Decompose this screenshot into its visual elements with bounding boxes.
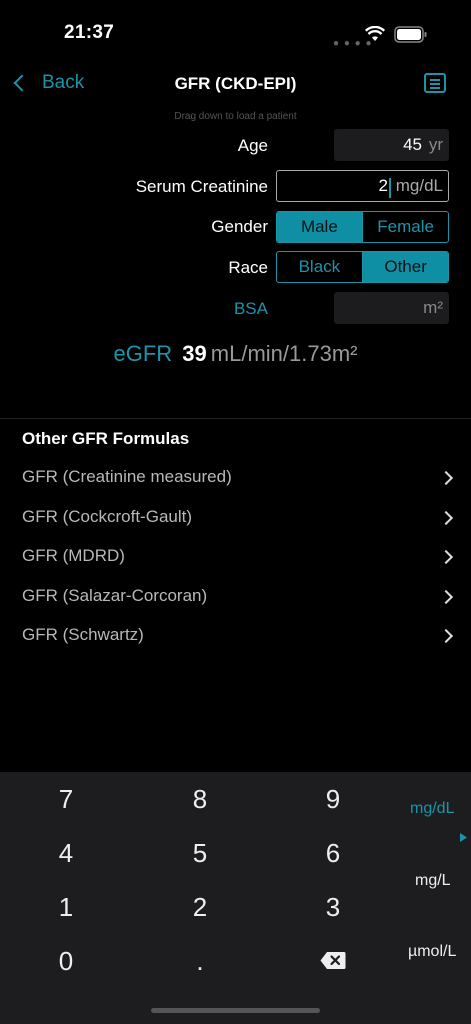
backspace-icon[interactable] <box>320 951 346 970</box>
age-field[interactable]: 45 yr <box>334 129 449 161</box>
list-item-creatinine-measured[interactable]: GFR (Creatinine measured) <box>22 459 455 499</box>
race-segmented-control[interactable]: Black Other <box>276 251 449 283</box>
key-1[interactable]: 1 <box>36 892 96 923</box>
gender-segmented-control[interactable]: Male Female <box>276 211 449 243</box>
key-5[interactable]: 5 <box>170 838 230 869</box>
race-other-option[interactable]: Other <box>363 252 448 282</box>
chevron-right-icon <box>438 470 454 486</box>
gender-label: Gender <box>211 217 268 236</box>
wifi-icon <box>365 26 385 41</box>
creatinine-value: 2 <box>378 176 388 195</box>
key-2[interactable]: 2 <box>170 892 230 923</box>
age-value: 45 <box>403 135 422 154</box>
race-label: Race <box>228 258 268 277</box>
egfr-unit: mL/min/1.73m² <box>210 341 358 366</box>
unit-option-umol-l[interactable]: µmol/L <box>408 943 456 961</box>
other-formulas-title: Other GFR Formulas <box>22 429 190 448</box>
page-title: GFR (CKD-EPI) <box>174 74 297 93</box>
bsa-unit: m² <box>423 298 443 317</box>
list-menu-icon[interactable] <box>424 73 446 93</box>
chevron-right-icon <box>438 589 454 605</box>
key-0[interactable]: 0 <box>36 946 96 977</box>
list-item-label: GFR (Salazar-Corcoran) <box>22 586 208 605</box>
numeric-keypad: 7 8 9 4 5 6 1 2 3 0 . mg/dL mg/L µmol/L <box>0 772 471 1024</box>
list-item-schwartz[interactable]: GFR (Schwartz) <box>22 617 455 657</box>
section-divider <box>0 418 471 419</box>
gender-female-option[interactable]: Female <box>363 212 448 242</box>
pull-hint: Drag down to load a patient <box>174 111 297 122</box>
creatinine-field[interactable]: 2 mg/dL <box>276 170 449 202</box>
race-black-option[interactable]: Black <box>277 252 362 282</box>
battery-icon <box>394 26 427 43</box>
egfr-label: eGFR <box>113 341 173 366</box>
text-caret <box>389 178 391 198</box>
egfr-value: 39 <box>182 341 207 366</box>
list-item-label: GFR (Cockcroft-Gault) <box>22 507 193 526</box>
chevron-right-icon <box>438 549 454 565</box>
key-decimal[interactable]: . <box>170 946 230 977</box>
egfr-result: eGFR 39 mL/min/1.73m² <box>0 341 471 367</box>
bsa-label: BSA <box>233 299 268 318</box>
list-item-cockcroft-gault[interactable]: GFR (Cockcroft-Gault) <box>22 499 455 539</box>
bsa-field[interactable]: m² <box>334 292 449 324</box>
chevron-right-icon <box>438 628 454 644</box>
status-time: 21:37 <box>64 22 115 43</box>
chevron-right-icon <box>438 510 454 526</box>
unit-option-mg-l[interactable]: mg/L <box>415 872 451 890</box>
selected-unit-indicator-icon <box>460 833 467 842</box>
key-3[interactable]: 3 <box>303 892 363 923</box>
key-4[interactable]: 4 <box>36 838 96 869</box>
key-6[interactable]: 6 <box>303 838 363 869</box>
list-item-label: GFR (Creatinine measured) <box>22 467 232 486</box>
list-item-label: GFR (Schwartz) <box>22 625 144 644</box>
age-unit: yr <box>428 135 443 154</box>
unit-option-mg-dl[interactable]: mg/dL <box>410 800 454 818</box>
gender-male-option[interactable]: Male <box>277 212 362 242</box>
key-9[interactable]: 9 <box>303 784 363 815</box>
list-item-mdrd[interactable]: GFR (MDRD) <box>22 538 455 578</box>
key-8[interactable]: 8 <box>170 784 230 815</box>
creatinine-label: Serum Creatinine <box>135 177 268 196</box>
key-7[interactable]: 7 <box>36 784 96 815</box>
creatinine-unit: mg/dL <box>395 176 443 195</box>
list-item-salazar-corcoran[interactable]: GFR (Salazar-Corcoran) <box>22 578 455 618</box>
list-item-label: GFR (MDRD) <box>22 546 125 565</box>
age-label: Age <box>237 136 268 155</box>
home-indicator <box>151 1008 320 1013</box>
